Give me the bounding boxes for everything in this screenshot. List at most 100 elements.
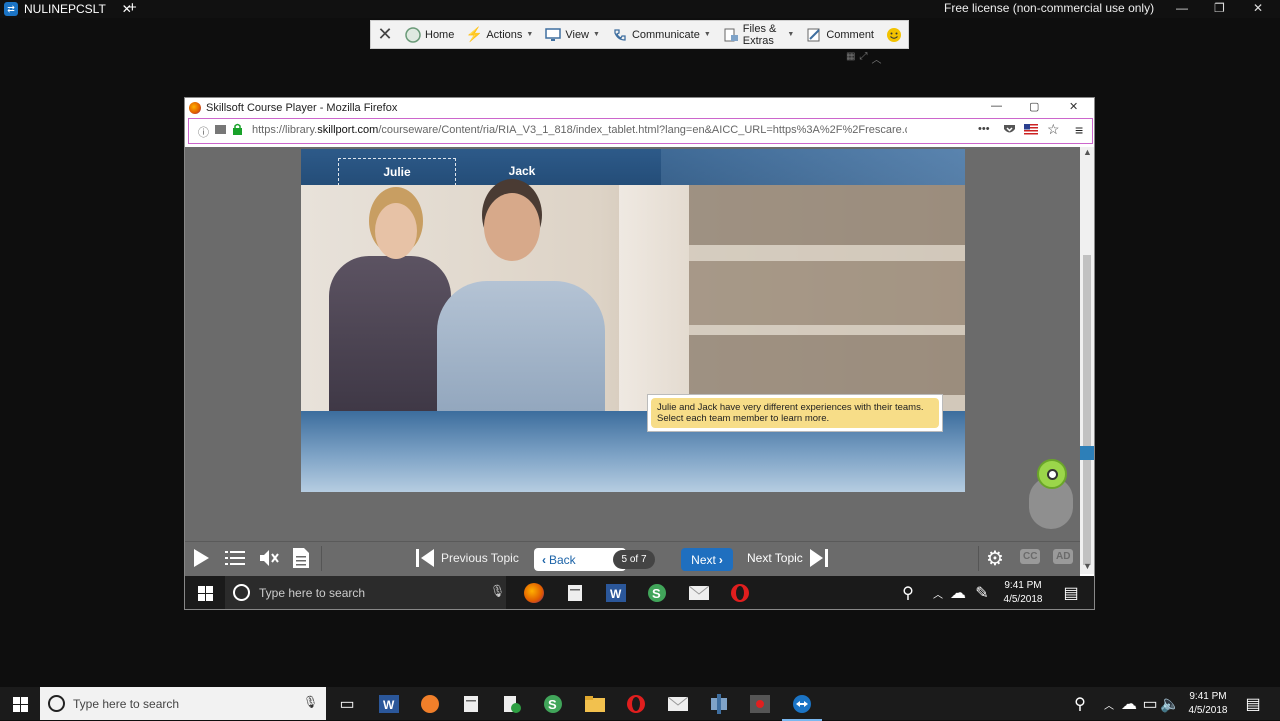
mail-icon[interactable] xyxy=(666,692,690,716)
url-text[interactable]: https://library.skillport.com/courseware… xyxy=(252,124,907,136)
system-clock[interactable]: 9:41 PM 4/5/2018 xyxy=(1180,690,1236,718)
remote-clock[interactable]: 9:41 PM 4/5/2018 xyxy=(997,579,1049,607)
vpn-app-icon[interactable] xyxy=(418,692,442,716)
add-tab-button[interactable]: + xyxy=(128,0,137,16)
volume-icon[interactable]: 🔈 xyxy=(1158,692,1182,716)
firefox-taskbar-icon[interactable] xyxy=(522,581,546,605)
collapse-icon[interactable]: ︿ xyxy=(871,51,881,66)
course-stage: Julie Jack Julie and Jack have very diff… xyxy=(301,149,965,492)
windows-start-icon[interactable] xyxy=(193,581,217,605)
info-icon[interactable]: ⓘ xyxy=(198,124,209,140)
screen-recorder-icon[interactable] xyxy=(748,692,772,716)
flag-icon[interactable] xyxy=(1024,124,1038,138)
closed-caption-button[interactable]: CC xyxy=(1020,549,1041,564)
toolbar-close-button[interactable]: ✕ xyxy=(371,21,399,48)
fullscreen-icon[interactable]: ⤢ xyxy=(859,51,867,66)
page-actions-menu[interactable]: ••• xyxy=(978,123,990,135)
windows-start-icon[interactable] xyxy=(8,692,32,716)
remote-toolbar: ✕ Home ⚡ Actions ▼ View ▼ Communicate ▼ … xyxy=(370,20,909,49)
chevron-left-icon: ‹ xyxy=(542,552,546,567)
teamviewer-taskbar-icon[interactable] xyxy=(782,692,822,721)
address-bar[interactable]: ⓘ https://library.skillport.com/coursewa… xyxy=(188,118,1093,144)
next-button[interactable]: Next › xyxy=(681,548,733,571)
close-icon[interactable]: ✕ xyxy=(1069,100,1078,113)
microphone-icon[interactable]: 🎙 xyxy=(490,584,505,598)
toolbar-communicate-button[interactable]: Communicate ▼ xyxy=(606,21,717,48)
toolbar-home-button[interactable]: Home xyxy=(399,21,460,48)
scroll-up-icon[interactable]: ▲ xyxy=(1083,147,1092,157)
menu-list-button[interactable] xyxy=(225,550,245,566)
next-topic-button[interactable]: Next Topic xyxy=(747,548,829,568)
monitor-icon xyxy=(545,27,562,43)
play-button[interactable] xyxy=(191,547,211,569)
network-app-icon[interactable] xyxy=(707,692,731,716)
skype-icon[interactable]: S xyxy=(645,581,669,605)
scroll-down-icon[interactable]: ▼ xyxy=(1083,561,1092,571)
settings-gear-icon[interactable]: ⚙ xyxy=(986,546,1004,571)
taskbar-search[interactable]: Type here to search 🎙 xyxy=(40,687,326,720)
pocket-icon[interactable] xyxy=(1003,123,1016,139)
notifications-icon[interactable]: ▤ xyxy=(1241,692,1265,716)
vertical-scrollbar[interactable]: ▲ ▼ xyxy=(1080,147,1094,574)
side-panel-tab[interactable] xyxy=(1080,446,1094,460)
new-file-icon[interactable] xyxy=(500,692,524,716)
course-player: Julie Jack Julie and Jack have very diff… xyxy=(185,147,1080,592)
teamviewer-icon: ⇄ xyxy=(4,2,18,16)
svg-text:S: S xyxy=(548,697,557,712)
remote-session-tab[interactable]: ⇄ NULINEPCSLT ✕ xyxy=(0,0,132,18)
jack-figure[interactable] xyxy=(437,281,605,411)
toolbar-view-button[interactable]: View ▼ xyxy=(539,21,606,48)
microphone-icon[interactable]: 🎙 xyxy=(303,695,318,709)
toolbar-comment-button[interactable]: Comment xyxy=(800,21,880,48)
grid-icon[interactable]: ▦ xyxy=(846,51,855,66)
toolbar-actions-button[interactable]: ⚡ Actions ▼ xyxy=(460,21,539,48)
toolbar-actions-label: Actions xyxy=(486,28,523,41)
hamburger-menu-icon[interactable]: ≡ xyxy=(1075,122,1083,138)
opera-icon[interactable] xyxy=(728,581,752,605)
toolbar-files-button[interactable]: Files & Extras ▼ xyxy=(717,21,801,48)
restore-icon[interactable]: ❐ xyxy=(1214,1,1225,15)
tab-julie[interactable]: Julie xyxy=(338,158,456,186)
windows-taskbar: Type here to search 🎙 ▭ W S ⚲ ︿ ☁ ▭ 🔈 9:… xyxy=(0,687,1280,721)
office-scene-image xyxy=(301,185,965,411)
bookmark-star-icon[interactable]: ☆ xyxy=(1047,121,1060,138)
mute-button[interactable] xyxy=(258,548,280,568)
clock-time: 9:41 PM xyxy=(1004,580,1042,591)
wall-panel xyxy=(619,185,689,411)
notes-app-icon[interactable] xyxy=(563,581,587,605)
task-view-icon[interactable]: ▭ xyxy=(335,692,359,716)
assistant-mascot[interactable] xyxy=(1023,459,1079,535)
minimize-icon[interactable]: — xyxy=(991,100,1002,112)
people-icon[interactable]: ⚲ xyxy=(1068,692,1092,716)
license-text: Free license (non-commercial use only) xyxy=(944,1,1155,15)
julie-figure[interactable] xyxy=(329,256,451,411)
cortana-icon xyxy=(48,695,65,712)
toolbar-feedback-button[interactable] xyxy=(880,21,908,48)
pen-icon[interactable]: ✎ xyxy=(970,581,994,605)
file-explorer-icon[interactable] xyxy=(583,692,607,716)
skype-icon[interactable]: S xyxy=(541,692,565,716)
previous-topic-button[interactable]: Previous Topic xyxy=(415,548,519,568)
onedrive-icon[interactable]: ☁ xyxy=(946,581,970,605)
tab-jack[interactable]: Jack xyxy=(463,158,581,186)
word-icon[interactable]: W xyxy=(377,692,401,716)
page-icon xyxy=(215,125,226,134)
audio-description-button[interactable]: AD xyxy=(1053,549,1074,564)
notifications-icon[interactable]: ▤ xyxy=(1059,581,1083,605)
transcript-button[interactable] xyxy=(292,547,310,569)
maximize-icon[interactable]: ▢ xyxy=(1029,100,1039,113)
opera-icon[interactable] xyxy=(624,692,648,716)
mascot-head xyxy=(1037,459,1067,489)
mail-icon[interactable] xyxy=(687,581,711,605)
page-indicator: 5 of 7 xyxy=(613,550,655,569)
character-tabbar: Julie Jack xyxy=(301,149,965,186)
close-window-icon[interactable]: ✕ xyxy=(1253,1,1263,15)
instruction-callout: Julie and Jack have very different exper… xyxy=(647,394,943,432)
minimize-icon[interactable]: — xyxy=(1176,1,1188,15)
skip-back-icon xyxy=(416,549,434,567)
notes-app-icon[interactable] xyxy=(459,692,483,716)
taskbar-search[interactable]: Type here to search 🎙 xyxy=(225,576,506,609)
people-icon[interactable]: ⚲ xyxy=(896,581,920,605)
scroll-thumb[interactable] xyxy=(1083,255,1091,565)
word-icon[interactable]: W xyxy=(604,581,628,605)
